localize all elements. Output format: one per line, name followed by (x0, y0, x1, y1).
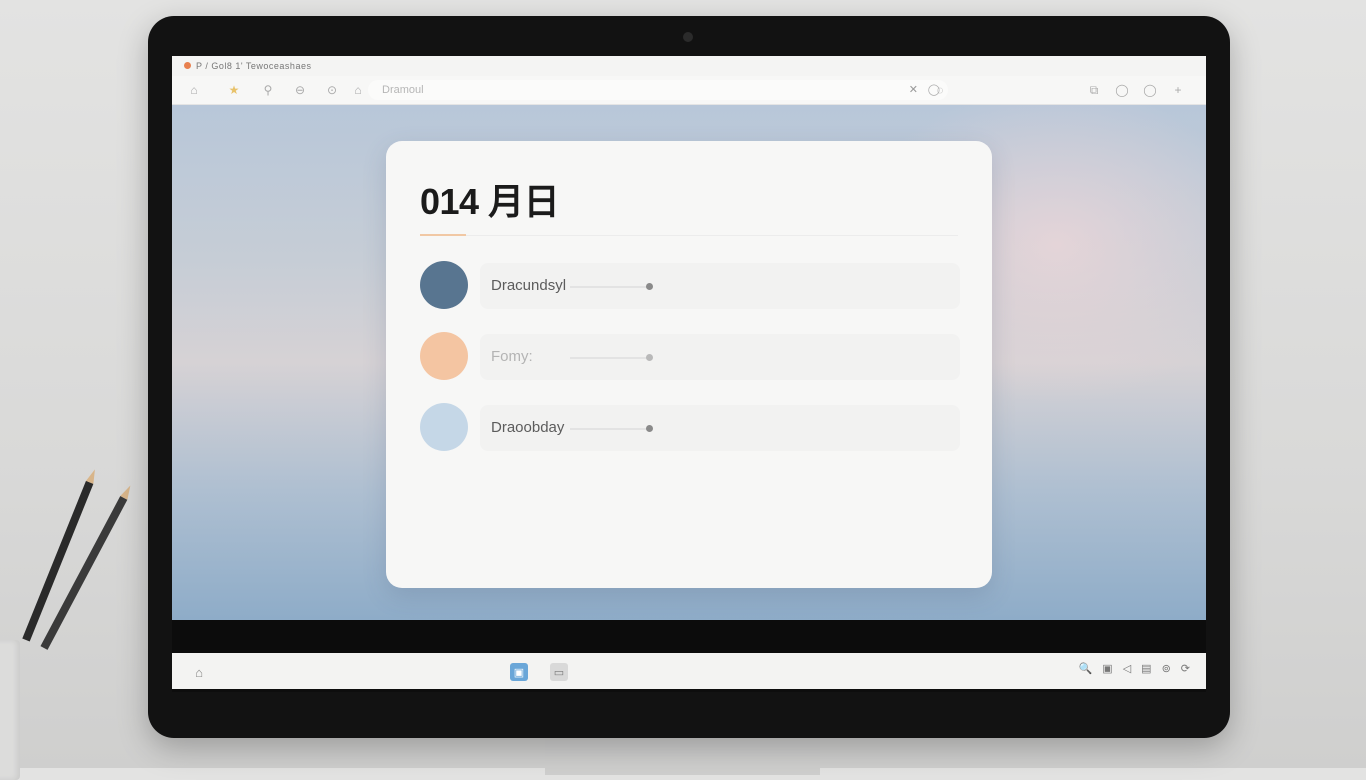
list-item-label: Fomy: (491, 348, 533, 365)
address-bar[interactable]: Dramoul ✕ ◯ (368, 80, 948, 100)
clear-icon[interactable]: ✕ (909, 80, 918, 100)
new-tab-icon[interactable]: + (1170, 82, 1186, 98)
list-item[interactable]: Dracundsyl (420, 261, 960, 311)
back-icon[interactable]: ⊖ (292, 82, 308, 98)
app-icon-photos[interactable]: ▭ (550, 663, 568, 681)
color-dot (420, 403, 468, 451)
refresh-icon[interactable]: ⊙ (324, 82, 340, 98)
address-text: Dramoul (382, 84, 424, 96)
app-icon-browser[interactable]: ▣ (510, 663, 528, 681)
bookmark-star-icon[interactable]: ★ (226, 82, 242, 98)
window-title: P / Gol8 1' Tewoceashaes (196, 61, 312, 71)
search-icon[interactable]: ⚲ (260, 82, 276, 98)
search-icon[interactable]: 🔍 (1079, 662, 1093, 675)
status-dot (646, 425, 653, 432)
window-icon[interactable]: ▣ (1102, 662, 1112, 675)
divider-accent (420, 234, 466, 236)
list-item-background (480, 334, 960, 380)
page-viewport: 014 月日 Dracundsyl Fomy: Draoobday (172, 105, 1206, 620)
card-title: 014 月日 (420, 181, 560, 222)
browser-toolbar: ⌂ ★ ⚲ ⊖ ⊙ ⌂ Dramoul ✕ ◯ ◌ ⧉ ◯ ◯ + (172, 76, 1206, 105)
status-dot (646, 283, 653, 290)
start-home-icon[interactable]: ⌂ (190, 663, 208, 681)
settings-icon[interactable]: ◯ (1142, 82, 1158, 98)
progress-line (570, 357, 650, 359)
divider (420, 235, 958, 236)
status-dot (646, 354, 653, 361)
list-item-label: Dracundsyl (491, 277, 567, 294)
list-item[interactable]: Fomy: (420, 332, 960, 382)
screen: P / Gol8 1' Tewoceashaes ⌂ ★ ⚲ ⊖ ⊙ ⌂ Dra… (172, 56, 1206, 692)
list-item-label: Draoobday (491, 419, 565, 436)
system-tray: 🔍 ▣ ◁ ▤ ⊚ ⟳ (1079, 662, 1190, 675)
color-dot (420, 332, 468, 380)
profile-icon[interactable]: ◯ (1114, 82, 1130, 98)
extensions-icon[interactable]: ⧉ (1086, 82, 1102, 98)
list-item[interactable]: Draoobday (420, 403, 960, 453)
webcam (683, 32, 693, 42)
wifi-icon[interactable]: ⊚ (1162, 662, 1171, 675)
browser-titlebar: P / Gol8 1' Tewoceashaes (172, 56, 1206, 76)
sync-icon[interactable]: ⟳ (1181, 662, 1190, 675)
home-icon[interactable]: ⌂ (186, 82, 202, 98)
network-icon[interactable]: ▤ (1141, 662, 1151, 675)
chat-icon[interactable]: ◌ (932, 82, 948, 98)
volume-icon[interactable]: ◁ (1123, 662, 1131, 675)
pencil-cup (0, 640, 20, 780)
progress-line (570, 428, 650, 430)
taskbar: ⌂ ▣ ▭ 🔍 ▣ ◁ ▤ ⊚ ⟳ (172, 653, 1206, 689)
lock-icon: ⌂ (354, 83, 362, 97)
screen-bezel-band (172, 620, 1206, 653)
monitor-stand (545, 735, 820, 775)
color-dot (420, 261, 468, 309)
progress-line (570, 286, 650, 288)
calendar-card: 014 月日 Dracundsyl Fomy: Draoobday (386, 141, 992, 588)
close-window-button[interactable] (184, 62, 191, 69)
monitor: P / Gol8 1' Tewoceashaes ⌂ ★ ⚲ ⊖ ⊙ ⌂ Dra… (148, 16, 1230, 738)
